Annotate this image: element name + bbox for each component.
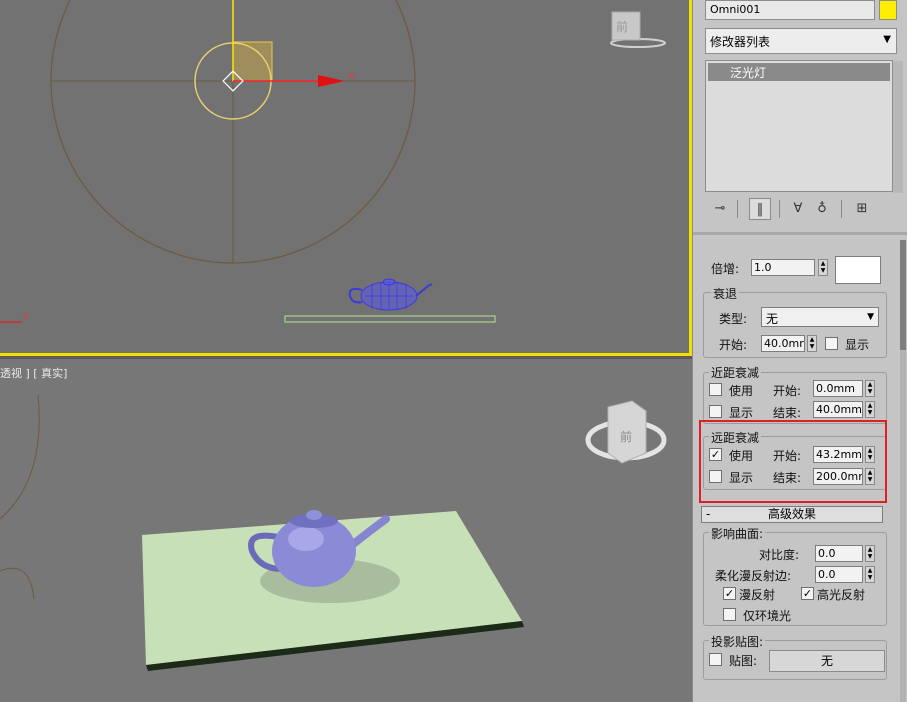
chevron-down-icon: ▼	[867, 312, 874, 322]
advanced-effects-title: 高级效果	[767, 507, 816, 521]
soften-label: 柔化漫反射边:	[715, 569, 792, 583]
svg-text:前: 前	[616, 19, 628, 34]
modifier-list-dropdown[interactable]: 修改器列表 ▼	[705, 28, 897, 54]
multiplier-spinner[interactable]: 1.0	[751, 259, 815, 276]
viewcube-top[interactable]: 前	[610, 11, 666, 48]
panel-divider	[693, 232, 907, 235]
near-start-spinner[interactable]: 0.0mm	[813, 380, 863, 397]
decay-type-dropdown[interactable]: 无 ▼	[761, 307, 879, 327]
ambient-only-label: 仅环境光	[743, 609, 792, 623]
far-start-spinner[interactable]: 43.2mm	[813, 446, 863, 463]
near-start-spinner-arrows[interactable]: ▲ ▼	[865, 380, 875, 397]
pin-stack-icon[interactable]: ⊸	[709, 198, 731, 220]
decay-title: 衰退	[711, 285, 740, 302]
stack-toolbar: ⊸ ‖ ∀ ♁ ⊞	[705, 196, 897, 224]
decay-start-label: 开始:	[719, 338, 748, 352]
decay-show-checkbox[interactable]	[825, 337, 838, 350]
decay-show-label: 显示	[845, 338, 870, 352]
object-name-field[interactable]: Omni001	[705, 0, 875, 20]
decay-type-value: 无	[766, 312, 779, 326]
near-use-checkbox[interactable]	[709, 383, 722, 396]
rollout-collapse-icon: -	[706, 507, 711, 521]
perspective-viewport[interactable]: 前 透视 ] [ 真实]	[0, 359, 692, 702]
near-end-label: 结束:	[773, 406, 802, 420]
stack-item-omni[interactable]: 泛光灯	[708, 63, 890, 81]
diffuse-label: 漫反射	[739, 588, 776, 602]
map-button[interactable]: 无	[769, 650, 885, 672]
perspective-canvas[interactable]: 前	[0, 359, 692, 702]
specular-checkbox[interactable]: ✓	[801, 587, 814, 600]
multiplier-label: 倍增:	[711, 262, 740, 276]
panel-scrollbar-thumb[interactable]	[900, 240, 906, 350]
contrast-spinner-arrows[interactable]: ▲ ▼	[865, 545, 875, 562]
near-show-checkbox[interactable]	[709, 405, 722, 418]
modifier-stack[interactable]: 泛光灯	[705, 60, 903, 193]
contrast-spinner[interactable]: 0.0	[815, 545, 863, 562]
far-show-label: 显示	[729, 471, 754, 485]
top-viewport[interactable]: x x 前	[0, 0, 692, 356]
modifier-list-label: 修改器列表	[710, 35, 771, 49]
object-color-swatch[interactable]	[879, 0, 897, 20]
stack-scrollbar[interactable]	[893, 61, 903, 193]
affect-surfaces-title: 影响曲面:	[709, 525, 766, 542]
plane-edge	[284, 315, 496, 323]
far-end-spinner-arrows[interactable]: ▲ ▼	[865, 468, 875, 485]
command-panel: Omni001 修改器列表 ▼ 泛光灯 ⊸ ‖ ∀ ♁ ⊞ 倍增: 1.0 ▲ ▼…	[692, 0, 907, 702]
near-use-label: 使用	[729, 384, 754, 398]
advanced-effects-header[interactable]: - 高级效果	[701, 506, 883, 523]
remove-modifier-icon[interactable]: ♁	[811, 198, 833, 220]
world-x-label: x	[23, 311, 29, 321]
persp-atten-arc-2	[0, 567, 35, 600]
gizmo-x-arrow	[318, 75, 345, 87]
specular-label: 高光反射	[817, 588, 866, 602]
decay-type-label: 类型:	[719, 312, 748, 326]
multiplier-spinner-arrows[interactable]: ▲ ▼	[818, 259, 828, 276]
map-checkbox[interactable]	[709, 653, 722, 666]
map-label: 贴图:	[729, 654, 758, 668]
soften-spinner[interactable]: 0.0	[815, 566, 863, 583]
soften-spinner-arrows[interactable]: ▲ ▼	[865, 566, 875, 583]
near-end-spinner[interactable]: 40.0mm	[813, 401, 863, 418]
gizmo-x-label: x	[349, 71, 355, 81]
chevron-down-icon: ▼	[883, 34, 891, 45]
near-show-label: 显示	[729, 406, 754, 420]
teapot-wireframe	[348, 278, 433, 311]
far-atten-title: 远距衰减	[709, 429, 762, 446]
svg-text:前: 前	[620, 429, 632, 444]
projector-map-title: 投影贴图:	[709, 633, 766, 650]
near-end-spinner-arrows[interactable]: ▲ ▼	[865, 401, 875, 418]
diffuse-checkbox[interactable]: ✓	[723, 587, 736, 600]
panel-scrollbar[interactable]	[900, 240, 906, 702]
show-end-result-icon[interactable]: ‖	[749, 198, 771, 220]
far-use-checkbox[interactable]: ✓	[709, 448, 722, 461]
far-end-label: 结束:	[773, 471, 802, 485]
top-viewport-canvas[interactable]: x x 前	[0, 0, 689, 353]
near-start-label: 开始:	[773, 384, 802, 398]
persp-atten-arc	[0, 394, 40, 520]
configure-sets-icon[interactable]: ⊞	[851, 198, 873, 220]
intensity-rollout: 倍增: 1.0 ▲ ▼ 衰退 类型: 无 ▼ 开始: 40.0mr ▲ ▼ 显示 近…	[697, 240, 897, 702]
decay-start-spinner[interactable]: 40.0mr	[761, 335, 805, 352]
make-unique-icon[interactable]: ∀	[787, 198, 809, 220]
far-start-label: 开始:	[773, 449, 802, 463]
light-color-swatch[interactable]	[835, 256, 881, 284]
far-end-spinner[interactable]: 200.0mr	[813, 468, 863, 485]
ambient-only-checkbox[interactable]	[723, 608, 736, 621]
far-start-spinner-arrows[interactable]: ▲ ▼	[865, 446, 875, 463]
far-show-checkbox[interactable]	[709, 470, 722, 483]
viewcube-perspective[interactable]: 前	[585, 400, 667, 464]
viewport-label[interactable]: 透视 ] [ 真实]	[0, 365, 67, 381]
near-atten-title: 近距衰减	[709, 364, 762, 381]
decay-start-spinner-arrows[interactable]: ▲ ▼	[807, 335, 817, 352]
contrast-label: 对比度:	[759, 548, 800, 562]
far-use-label: 使用	[729, 449, 754, 463]
